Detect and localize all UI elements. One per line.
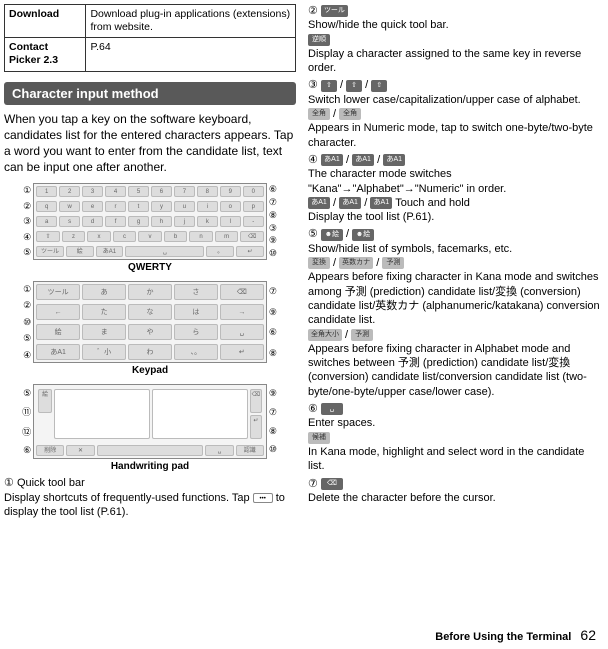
item-3: ③ ⇧ / ⇧ / ⇧ Switch lower case/capitaliza… (308, 78, 600, 149)
keypad-figure: ①②⑩⑤④ ツールあかさ⌫ ←たなは→ 絵まやら␣ あA1゛小わ、。↵ ⑦⑨⑥⑧ (4, 281, 296, 363)
predict-key: 予測 (351, 329, 373, 341)
item-6: ⑥ ␣ Enter spaces. 候補 In Kana mode, highl… (308, 402, 600, 473)
zenkaku-key: 全角 (308, 108, 330, 120)
mode-key: あA1 (383, 154, 405, 166)
qwerty-callouts-left: ①②③④⑤ (4, 183, 33, 260)
mode-key: あA1 (352, 154, 374, 166)
intro-paragraph: When you tap a key on the software keybo… (4, 111, 296, 176)
alnum-kana-key: 英数カナ (339, 257, 373, 269)
handwriting-figure: ⑤⑪⑫⑥ 絵 ⌫↵ 削除✕␣認識 ⑨⑦⑧⑩ (4, 384, 296, 459)
keypad-caption: Keypad (4, 365, 296, 376)
section-heading: Character input method (4, 82, 296, 105)
convert-key: 変換 (308, 257, 330, 269)
predict-key: 予測 (382, 257, 404, 269)
feature-table: Download Download plug-in applications (… (4, 4, 296, 72)
shift-icon: ⇧ (321, 80, 337, 92)
item-1: ① Quick tool bar Display shortcuts of fr… (4, 476, 296, 519)
space-key: ␣ (321, 403, 343, 415)
qwerty-keyboard: 1234567890 qwertyuiop asdfghjkl- ⇧zxcvbn… (33, 183, 267, 260)
handwriting-caption: Handwriting pad (4, 461, 296, 472)
item-5: ⑤ ☻絵 / ☻絵 Show/hide list of symbols, fac… (308, 227, 600, 399)
left-column: Download Download plug-in applications (… (4, 4, 302, 645)
mode-key: あA1 (339, 197, 361, 209)
backspace-key: ⌫ (321, 478, 343, 490)
case-key: 全角大小 (308, 329, 342, 341)
contact-picker-label: Contact Picker 2.3 (5, 38, 86, 71)
reverse-key: 逆順 (308, 34, 330, 46)
tool-key: ツール (321, 5, 348, 17)
contact-picker-desc: P.64 (86, 38, 296, 71)
item-4: ④ あA1 / あA1 / あA1 The character mode swi… (308, 153, 600, 224)
emoji-key: ☻絵 (321, 229, 343, 241)
right-column: ② ツール Show/hide the quick tool bar. 逆順 D… (302, 4, 600, 645)
page-number: 62 (580, 627, 596, 643)
item-2: ② ツール Show/hide the quick tool bar. 逆順 D… (308, 4, 600, 75)
footer-title: Before Using the Terminal (435, 631, 571, 643)
mode-key: あA1 (370, 197, 392, 209)
download-desc: Download plug-in applications (extension… (86, 5, 296, 38)
download-label: Download (5, 5, 86, 38)
qwerty-figure: ①②③④⑤ 1234567890 qwertyuiop asdfghjkl- ⇧… (4, 183, 296, 260)
zenkaku-key: 全角 (339, 108, 361, 120)
item-7: ⑦ ⌫ Delete the character before the curs… (308, 477, 600, 506)
candidate-key: 候補 (308, 432, 330, 444)
mode-key: あA1 (308, 197, 330, 209)
more-icon (253, 493, 273, 503)
mode-key: あA1 (321, 154, 343, 166)
qwerty-caption: QWERTY (4, 262, 296, 273)
shift-icon: ⇧ (371, 80, 387, 92)
shift-icon: ⇧ (346, 80, 362, 92)
page-footer: Before Using the Terminal 62 (435, 627, 596, 643)
emoji-key: ☻絵 (352, 229, 374, 241)
qwerty-callouts-right: ⑥⑦⑧③⑨⑩ (267, 183, 296, 260)
